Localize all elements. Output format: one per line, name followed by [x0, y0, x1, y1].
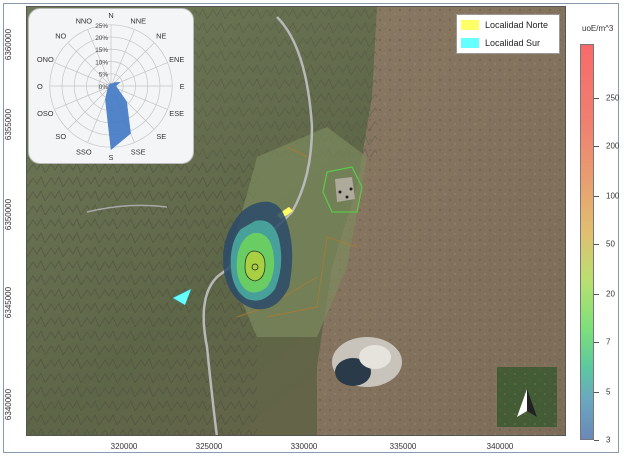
colorbar-tick-mark	[594, 244, 599, 245]
colorbar-tick-mark	[594, 440, 599, 441]
colorbar-tick-label: 50	[606, 239, 615, 249]
rose-direction-label: NNE	[130, 16, 146, 25]
x-tick-label: 340000	[486, 442, 514, 451]
colorbar-tick-label: 250	[606, 93, 620, 103]
rose-direction-label: SE	[156, 132, 166, 141]
map-legend: Localidad Norte Localidad Sur	[456, 14, 560, 54]
x-tick-label: 325000	[195, 442, 223, 451]
rose-ring-label: 15%	[95, 47, 108, 54]
rose-direction-label: SSE	[131, 148, 146, 157]
colorbar-tick-label: 200	[606, 141, 620, 151]
rose-direction-label: ONO	[37, 55, 54, 64]
salt-lagoon	[332, 337, 402, 387]
plume-contour-50	[244, 250, 266, 282]
y-tick-label: 6355000	[4, 108, 14, 140]
rose-ring-label: 25%	[95, 23, 108, 30]
y-tick-label: 6350000	[4, 198, 14, 230]
rose-direction-label: SO	[55, 132, 66, 141]
rose-direction-label: ENE	[169, 55, 184, 64]
colorbar-tick-mark	[594, 98, 599, 99]
colorbar-tick-label: 20	[606, 289, 615, 299]
colorbar-tick-mark	[594, 342, 599, 343]
rose-direction-label: NO	[55, 32, 66, 41]
legend-swatch-cyan	[461, 38, 479, 48]
legend-item-localidad-sur: Localidad Sur	[461, 36, 540, 50]
colorbar-tick-mark	[594, 294, 599, 295]
rose-direction-label: SSO	[76, 148, 92, 157]
rose-direction-label: O	[37, 82, 43, 91]
mountains-southwest	[27, 157, 257, 435]
colorbar	[580, 44, 594, 440]
rose-direction-label: E	[180, 82, 185, 91]
rose-ring-label: 20%	[95, 35, 108, 42]
legend-label: Localidad Norte	[485, 20, 549, 30]
mountains-north	[177, 7, 377, 157]
wind-rose-chart: N NNE NE ENE E ESE SE SSE S SSO SO OSO O ONO NO NNO25% 2…	[37, 11, 185, 162]
rose-ring-label: 5%	[99, 72, 109, 79]
y-tick-label: 6340000	[4, 388, 14, 420]
x-tick-label: 330000	[290, 442, 318, 451]
y-tick-label: 6345000	[4, 286, 14, 318]
colorbar-tick-label: 100	[606, 191, 620, 201]
colorbar-tick-label: 5	[606, 387, 611, 397]
x-tick-label: 335000	[389, 442, 417, 451]
rose-direction-label: NNO	[76, 16, 93, 25]
rose-direction-label: S	[109, 153, 114, 162]
colorbar-title: uoE/m^3	[582, 24, 614, 33]
colorbar-tick-label: 7	[606, 337, 611, 347]
colorbar-tick-mark	[594, 392, 599, 393]
rose-spoke	[110, 42, 155, 87]
rose-direction-label: N	[108, 11, 113, 20]
colorbar-tick-label: 3	[606, 435, 611, 445]
rose-direction-label: ESE	[169, 109, 184, 118]
legend-label: Localidad Sur	[485, 38, 541, 48]
colorbar-tick-mark	[594, 196, 599, 197]
legend-item-localidad-norte: Localidad Norte	[461, 18, 548, 32]
rose-ring-label: 0%	[99, 84, 109, 91]
rose-direction-label: NE	[156, 32, 166, 41]
rose-spoke	[67, 85, 112, 130]
rose-ring-label: 10%	[95, 59, 108, 66]
colorbar-tick-mark	[594, 146, 599, 147]
wind-rose: N NNE NE ENE E ESE SE SSE S SSO SO OSO O ONO NO NNO 25% 2…	[28, 8, 194, 164]
x-tick-label: 320000	[110, 442, 138, 451]
legend-swatch-yellow	[461, 20, 479, 30]
y-tick-label: 6360000	[4, 28, 14, 60]
rose-direction-label: OSO	[37, 109, 54, 118]
